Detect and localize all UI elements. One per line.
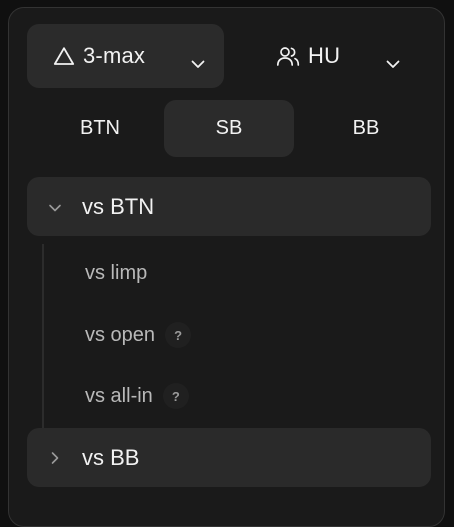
spot-item-label: vs limp bbox=[85, 261, 148, 284]
format-select-label: 3-max bbox=[83, 43, 146, 68]
group-vs-btn-label: vs BTN bbox=[82, 193, 155, 219]
spot-item-vs-limp[interactable]: vs limp bbox=[85, 253, 147, 293]
chevron-right-icon bbox=[47, 445, 63, 471]
spot-navigator-panel: 3-max HU BTN SB BB vs BTN vs limp vs ope… bbox=[8, 7, 445, 527]
triangle-icon bbox=[53, 46, 75, 66]
tab-btn[interactable]: BTN bbox=[35, 100, 165, 157]
spot-item-vs-open[interactable]: vs open ? bbox=[85, 315, 192, 355]
position-tabs: BTN SB BB bbox=[27, 100, 429, 158]
group-vs-bb-label: vs BB bbox=[82, 444, 140, 470]
tree-guide-line bbox=[42, 244, 44, 430]
mode-select[interactable]: HU bbox=[249, 24, 427, 88]
tab-btn-label: BTN bbox=[80, 117, 120, 139]
chevron-down-icon bbox=[47, 194, 63, 220]
spot-item-vs-all-in[interactable]: vs all-in ? bbox=[85, 376, 189, 416]
tab-bb-label: BB bbox=[352, 117, 380, 139]
group-vs-bb-header[interactable]: vs BB bbox=[27, 428, 431, 487]
spot-item-label: vs open bbox=[85, 323, 156, 346]
chevron-down-icon bbox=[190, 50, 206, 76]
help-icon[interactable]: ? bbox=[162, 383, 189, 409]
group-vs-btn-header[interactable]: vs BTN bbox=[27, 177, 431, 236]
spot-item-label: vs all-in bbox=[85, 384, 153, 407]
users-icon bbox=[276, 45, 300, 67]
help-icon[interactable]: ? bbox=[165, 322, 192, 348]
mode-select-label: HU bbox=[308, 43, 341, 68]
tab-sb[interactable]: SB bbox=[164, 100, 294, 157]
tab-bb[interactable]: BB bbox=[301, 100, 431, 157]
format-select[interactable]: 3-max bbox=[27, 24, 224, 88]
tab-sb-label: SB bbox=[215, 117, 243, 139]
chevron-down-icon bbox=[385, 50, 401, 76]
